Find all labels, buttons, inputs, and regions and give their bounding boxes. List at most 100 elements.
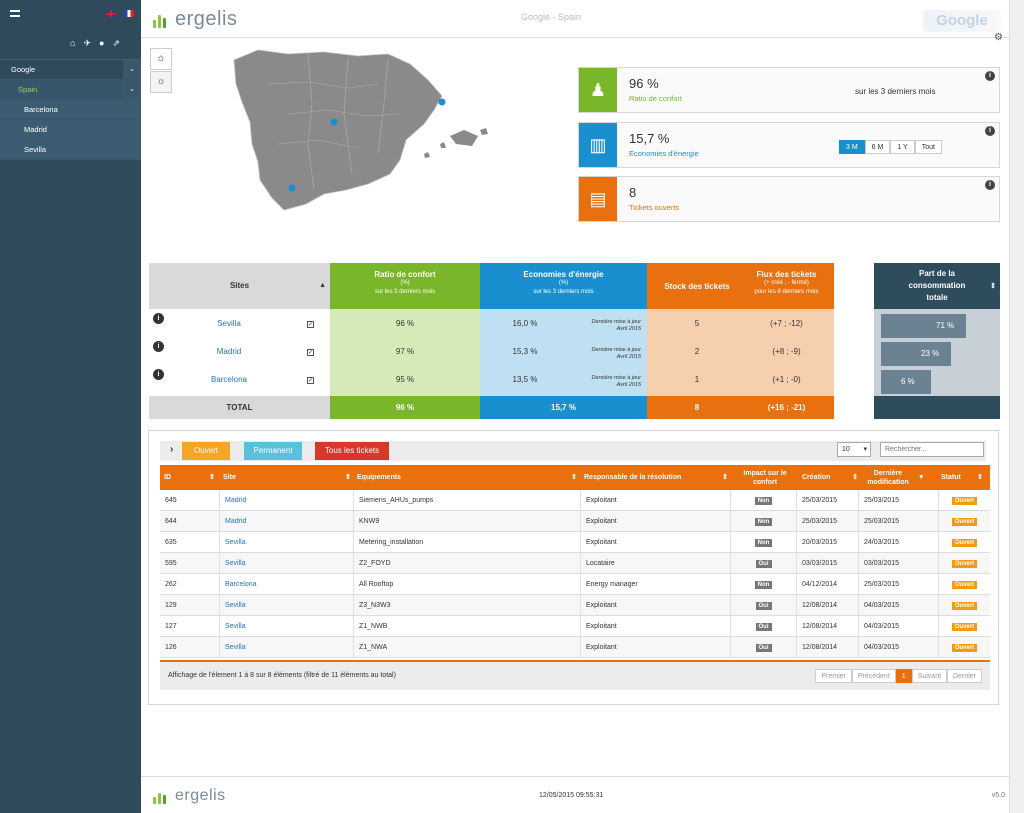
cell-id: 635: [160, 532, 219, 553]
cell-impact: Non: [730, 532, 796, 553]
site-link[interactable]: Sevilla: [225, 560, 246, 567]
chevron-right-icon[interactable]: ›: [170, 444, 173, 455]
energy-header[interactable]: Economies d'énergie (%) sur les 3 dernie…: [480, 263, 647, 309]
pager-last-button[interactable]: Dernier: [947, 669, 982, 683]
period-6m-button[interactable]: 6 M: [864, 140, 891, 154]
site-checkbox[interactable]: ✓: [307, 349, 314, 356]
period-all-button[interactable]: Tout: [914, 140, 942, 154]
info-icon[interactable]: i: [153, 313, 164, 324]
sidebar-item-sevilla[interactable]: Sevilla: [0, 140, 141, 160]
info-icon[interactable]: i: [985, 71, 995, 81]
cell-site[interactable]: Barcelona: [219, 574, 353, 595]
chevron-down-icon[interactable]: ⌄: [123, 60, 141, 80]
col-created[interactable]: Création ⇕: [802, 465, 862, 490]
filter-open-button[interactable]: Ouvert: [182, 442, 230, 460]
site-link[interactable]: Sevilla: [225, 623, 246, 630]
site-marker-barcelona[interactable]: [438, 98, 446, 106]
site-link[interactable]: Barcelona: [225, 581, 257, 588]
cell-resp: Exploitant: [580, 511, 730, 532]
cell-site[interactable]: Madrid: [219, 490, 353, 511]
site-checkbox[interactable]: ✓: [307, 321, 314, 328]
sidebar-item-madrid[interactable]: Madrid: [0, 120, 141, 140]
cell-impact: Oui: [730, 637, 796, 658]
page-size-select[interactable]: 10 ▾: [837, 442, 871, 457]
scrollbar[interactable]: [1009, 0, 1024, 813]
pagination: Premier Précédent 1 Suivant Dernier: [815, 669, 982, 683]
site-link[interactable]: Madrid: [225, 518, 246, 525]
site-marker-madrid[interactable]: [330, 118, 338, 126]
footer: ergelis 12/05/2015 09:55:31 v5.0: [141, 776, 1009, 813]
flag-uk-icon[interactable]: [106, 10, 116, 17]
pager-first-button[interactable]: Premier: [815, 669, 852, 683]
info-icon[interactable]: i: [153, 341, 164, 352]
table-row[interactable]: 595 Sevilla Z2_FOYD Locataire Oui 03/03/2015 0…: [160, 553, 990, 574]
ticket-search-input[interactable]: [880, 442, 984, 457]
site-link[interactable]: Sevilla: [225, 602, 246, 609]
period-3m-button[interactable]: 3 M: [839, 140, 865, 154]
info-icon[interactable]: i: [985, 126, 995, 136]
chevron-down-icon[interactable]: ⌄: [123, 80, 141, 100]
cell-site[interactable]: Sevilla: [219, 553, 353, 574]
spain-map[interactable]: [228, 44, 494, 220]
stock-header[interactable]: Stock des tickets: [647, 282, 747, 291]
plane-icon[interactable]: ✈: [83, 38, 91, 49]
col-responsible[interactable]: Responsable de la résolution ⇕: [584, 465, 732, 490]
col-equipment[interactable]: Equipements ⇕: [357, 465, 581, 490]
comfort-header[interactable]: Ratio de confort (%) sur les 3 derniers …: [330, 263, 480, 309]
menu-icon[interactable]: [10, 10, 20, 17]
info-icon[interactable]: i: [153, 369, 164, 380]
home-icon[interactable]: ⌂: [70, 38, 75, 49]
flux-header[interactable]: Flux des tickets (+ créé ; - fermé) pour…: [739, 270, 834, 297]
site-link[interactable]: Sevilla: [225, 539, 246, 546]
filter-permanent-button[interactable]: Permanent: [244, 442, 302, 460]
table-row[interactable]: 127 Sevilla Z1_NWB Exploitant Oui 12/08/2014 0…: [160, 616, 990, 637]
cell-site[interactable]: Sevilla: [219, 595, 353, 616]
sidebar-item-barcelona[interactable]: Barcelona: [0, 100, 141, 120]
cell-text: Z3_N3W3: [359, 602, 391, 609]
period-1y-button[interactable]: 1 Y: [890, 140, 915, 154]
share-bar-madrid: 23 %: [881, 342, 951, 366]
cell-site[interactable]: Sevilla: [219, 637, 353, 658]
col-modified[interactable]: Dernière modification ▾: [863, 465, 927, 490]
pager-next-button[interactable]: Suivant: [911, 669, 948, 683]
table-row[interactable]: 645 Madrid Siemens_AHUs_pumps Exploitant Non…: [160, 490, 990, 511]
site-checkbox[interactable]: ✓: [307, 377, 314, 384]
col-impact[interactable]: Impact sur le confort: [732, 465, 798, 490]
site-marker-sevilla[interactable]: [288, 184, 296, 192]
col-site[interactable]: Site ⇕: [223, 465, 355, 490]
site-link-madrid[interactable]: Madrid: [189, 338, 269, 366]
sidebar-item-spain[interactable]: Spain ⌄: [0, 80, 141, 100]
tab-home[interactable]: ⌂: [150, 48, 172, 70]
info-icon[interactable]: i: [985, 180, 995, 190]
logout-icon[interactable]: ⇗: [112, 38, 120, 49]
col-status[interactable]: Statut ⇕: [941, 465, 987, 490]
cell-status: Ouvert: [938, 511, 990, 532]
share-header[interactable]: Part de la consommation totale ⇕: [874, 263, 1000, 309]
site-link-sevilla[interactable]: Sevilla: [189, 310, 269, 338]
site-link[interactable]: Sevilla: [225, 644, 246, 651]
sites-header[interactable]: Sites ▲: [149, 263, 330, 309]
tab-weather[interactable]: ☼: [150, 71, 172, 93]
table-row[interactable]: 262 Barcelona All Rooftop Energy manager Non…: [160, 574, 990, 595]
cell-site[interactable]: Sevilla: [219, 532, 353, 553]
pager-page-button[interactable]: 1: [895, 669, 912, 683]
sidebar-item-google[interactable]: Google ⌄: [0, 60, 141, 80]
table-row[interactable]: 126 Sevilla Z1_NWA Exploitant Oui 12/08/2014 0…: [160, 637, 990, 658]
table-row[interactable]: 644 Madrid KNW9 Exploitant Non 25/03/2015 25/0…: [160, 511, 990, 532]
cell-site[interactable]: Madrid: [219, 511, 353, 532]
user-icon[interactable]: ●: [99, 38, 104, 49]
site-link-barcelona[interactable]: Barcelona: [189, 366, 269, 394]
flag-fr-icon[interactable]: [124, 10, 134, 17]
brand-logo[interactable]: ergelis: [153, 8, 237, 31]
cell-site[interactable]: Sevilla: [219, 616, 353, 637]
cell-text: 126: [165, 644, 177, 651]
site-link[interactable]: Madrid: [225, 497, 246, 504]
pager-prev-button[interactable]: Précédent: [851, 669, 896, 683]
cell-text: 04/03/2015: [864, 623, 900, 630]
gear-icon[interactable]: ⚙: [994, 32, 1003, 43]
table-row[interactable]: 129 Sevilla Z3_N3W3 Exploitant Oui 12/08/2014…: [160, 595, 990, 616]
cell-text: Exploitant: [586, 518, 617, 525]
table-row[interactable]: 635 Sevilla Metering_installation Exploitan…: [160, 532, 990, 553]
filter-all-button[interactable]: Tous les tickets: [315, 442, 389, 460]
col-id[interactable]: ID ⇕: [164, 465, 219, 490]
